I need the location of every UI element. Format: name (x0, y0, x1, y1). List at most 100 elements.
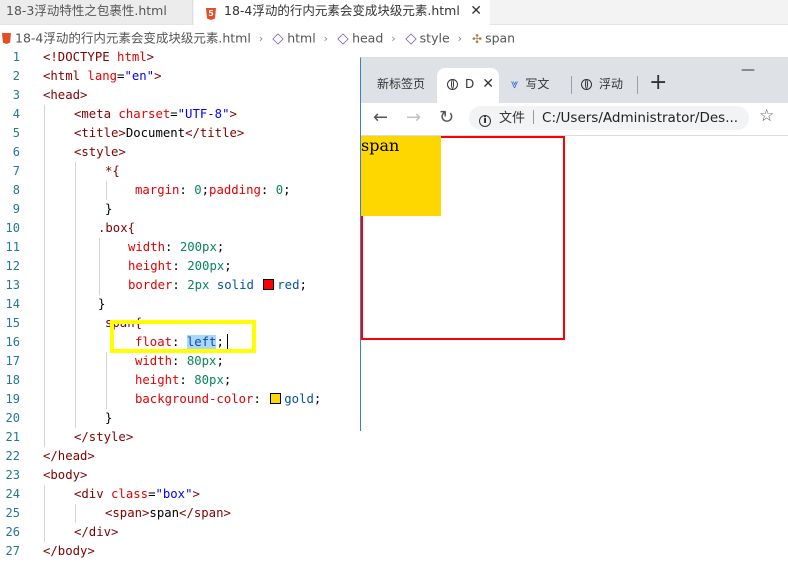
breadcrumb-file[interactable]: 18-4浮动的行内元素会变成块级元素.html (15, 31, 251, 46)
indent-guide (44, 200, 45, 219)
editor-tab-label: 18-3浮动特性之包裹性.html (6, 3, 167, 18)
code-token: 2px (187, 278, 210, 292)
line-number: 27 (5, 544, 20, 558)
line-number: 10 (5, 221, 20, 235)
editor-tab-bar: 18-3浮动特性之包裹性.html 5 18-4浮动的行内元素会变成块级元素.ht… (0, 0, 788, 25)
code-token: > (154, 69, 162, 83)
breadcrumb-span[interactable]: span (485, 31, 515, 46)
browser-tab-active[interactable]: D ✕ (437, 68, 499, 103)
line-number: 21 (5, 430, 20, 444)
code-token: = (170, 107, 178, 121)
indent-guide (75, 390, 76, 409)
code-line: 22 </head> (0, 447, 788, 466)
code-token: "box" (155, 487, 193, 501)
line-number: 13 (5, 278, 20, 292)
browser-tab-label: 写文 (525, 77, 550, 91)
indent-guide (44, 257, 45, 276)
line-number: 11 (5, 240, 20, 254)
code-token: margin (135, 183, 180, 197)
indent-guide (44, 504, 45, 523)
indent-guide (44, 295, 45, 314)
code-token: } (98, 297, 106, 311)
html5-icon: 5 (206, 8, 216, 20)
indent-guide (44, 409, 45, 428)
info-icon[interactable]: i (479, 115, 491, 127)
code-token: lang (87, 69, 118, 83)
breadcrumb-style[interactable]: style (420, 31, 450, 46)
code-token: 80px (194, 373, 224, 387)
browser-viewport: span (361, 136, 788, 431)
back-arrow-icon[interactable]: ← (373, 107, 388, 129)
code-token: 200px (187, 259, 225, 273)
line-number: 20 (5, 411, 20, 425)
code-token: <style> (74, 145, 126, 159)
browser-tab-strip: 新标签页 D ✕ ⩔ 写文 浮动 + — (361, 58, 788, 103)
browser-tab-label: 浮动 (599, 77, 624, 91)
line-number: 12 (5, 259, 20, 273)
line-number: 14 (5, 297, 20, 311)
editor-tab-label: 18-4浮动的行内元素会变成块级元素.html (224, 3, 460, 18)
address-divider (533, 110, 535, 124)
html5-icon (2, 33, 11, 44)
indent-guide (44, 390, 45, 409)
text-cursor (227, 334, 228, 349)
editor-tab-2[interactable]: 5 18-4浮动的行内元素会变成块级元素.html ✕ (194, 0, 490, 25)
code-token: } (105, 411, 113, 425)
breadcrumb-html[interactable]: html (287, 31, 315, 46)
indent-guide (44, 276, 45, 295)
code-token: ; (201, 183, 210, 197)
line-number: 1 (12, 50, 20, 64)
code-line: 24 <div class="box"> (0, 485, 788, 504)
line-number: 3 (12, 88, 20, 102)
code-token: <div (74, 487, 112, 501)
code-token: <meta (74, 107, 119, 121)
indent-guide (44, 523, 45, 542)
code-token: 0 (194, 183, 202, 197)
bookmark-star-icon[interactable]: ☆ (759, 106, 774, 126)
address-bar[interactable]: i 文件 C:/Users/Administrator/Des... (469, 106, 749, 130)
code-token: : (253, 392, 269, 406)
color-swatch-red[interactable] (263, 279, 275, 290)
code-line: 26 </div> (0, 523, 788, 542)
breadcrumb-head[interactable]: head (352, 31, 383, 46)
indent-guide (75, 219, 76, 238)
indent-guide (106, 352, 107, 371)
code-token: } (105, 202, 113, 216)
code-token: <html (43, 69, 88, 83)
editor-tab-1[interactable]: 18-3浮动特性之包裹性.html (0, 0, 193, 24)
forward-arrow-icon[interactable]: → (406, 107, 421, 129)
minimize-button[interactable]: — (741, 62, 755, 78)
indent-guide (75, 257, 76, 276)
indent-guide (75, 504, 76, 523)
code-token: gold (284, 392, 314, 406)
line-number: 2 (12, 69, 20, 83)
reload-icon[interactable]: ↻ (439, 107, 454, 129)
line-number: 25 (5, 506, 20, 520)
breadcrumb: 18-4浮动的行内元素会变成块级元素.html › html › head › … (0, 27, 788, 49)
browser-toolbar: ← → ↻ i 文件 C:/Users/Administrator/Des... ☆ (361, 103, 788, 136)
color-swatch-gold[interactable] (270, 393, 282, 404)
indent-guide (99, 238, 100, 257)
browser-tab-newtab[interactable]: 新标签页 (377, 68, 425, 103)
indent-guide (99, 257, 100, 276)
indent-guide (44, 219, 45, 238)
browser-tab-write[interactable]: ⩔ 写文 (511, 68, 549, 103)
code-token: "en" (124, 69, 155, 83)
indent-guide (75, 295, 76, 314)
code-token: </style> (74, 430, 134, 444)
line-number: 26 (5, 525, 20, 539)
code-token: height (128, 259, 173, 273)
line-number: 24 (5, 487, 20, 501)
browser-tab-float[interactable]: 浮动 (581, 68, 623, 103)
close-icon[interactable]: ✕ (482, 76, 494, 92)
code-token: : (172, 278, 188, 292)
line-number: 23 (5, 468, 20, 482)
close-icon[interactable]: ✕ (470, 0, 482, 22)
code-token: ; (299, 278, 307, 292)
indent-guide (44, 314, 45, 333)
code-token: .box{ (98, 221, 136, 235)
new-tab-button[interactable]: + (649, 70, 667, 96)
indent-guide (44, 105, 45, 124)
chevron-right-icon: › (457, 31, 463, 45)
code-token: ; (216, 240, 225, 254)
